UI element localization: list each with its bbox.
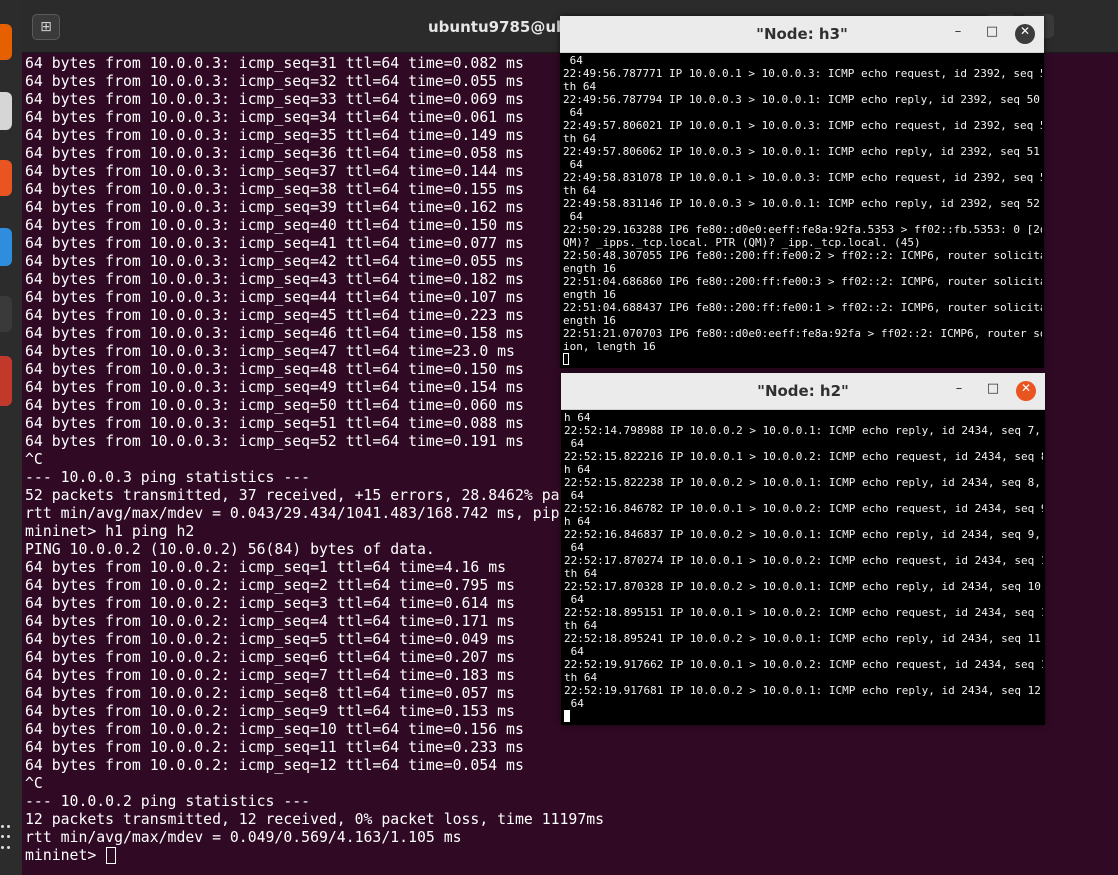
- terminal-line: 22:52:14.798988 IP 10.0.0.2 > 10.0.0.1: …: [564, 424, 1043, 437]
- node-h2-title: "Node: h2": [757, 382, 849, 400]
- node-h2-titlebar[interactable]: "Node: h2" – □ ✕: [561, 373, 1045, 410]
- close-icon[interactable]: ✕: [1016, 381, 1036, 401]
- node-h3-title: "Node: h3": [756, 25, 848, 43]
- terminal-line: 22:49:56.787794 IP 10.0.0.3 > 10.0.0.1: …: [563, 93, 1042, 106]
- terminal-line: ^C: [25, 775, 43, 792]
- dock: [0, 0, 22, 875]
- text-cursor-line: [563, 353, 1042, 366]
- terminal-line: 22:52:19.917681 IP 10.0.0.2 > 10.0.0.1: …: [564, 684, 1043, 697]
- terminal-line: 22:50:48.307055 IP6 fe80::200:ff:fe00:2 …: [563, 249, 1042, 262]
- terminal-line: h 64: [564, 411, 591, 424]
- terminal-line: 64: [563, 158, 583, 171]
- node-h3-window: "Node: h3" – □ ✕ 64 22:49:56.787771 IP 10…: [560, 16, 1044, 368]
- terminal-line: 22:52:18.895151 IP 10.0.0.1 > 10.0.0.2: …: [564, 606, 1043, 619]
- terminal-line: 64: [564, 437, 584, 450]
- node-h2-output[interactable]: h 64 22:52:14.798988 IP 10.0.0.2 > 10.0.0…: [564, 411, 1043, 723]
- terminal-line: 22:49:56.787771 IP 10.0.0.1 > 10.0.0.3: …: [563, 67, 1042, 80]
- terminal-line: 22:51:04.688437 IP6 fe80::200:ff:fe00:1 …: [563, 301, 1042, 314]
- show-apps-icon[interactable]: [0, 825, 11, 853]
- terminal-line: ion, length 16: [563, 340, 656, 353]
- command-prompt[interactable]: mininet>: [25, 847, 1115, 865]
- prompt-text: mininet>: [25, 847, 106, 864]
- terminal-line: 22:52:16.846782 IP 10.0.0.1 > 10.0.0.2: …: [564, 502, 1043, 515]
- help-icon[interactable]: [0, 228, 12, 266]
- terminal-line: 22:51:21.070703 IP6 fe80::d0e0:eeff:fe8a…: [563, 327, 1042, 340]
- terminal-line: 64 bytes from 10.0.0.2: icmp_seq=12 ttl=…: [25, 757, 524, 774]
- terminal-line: 64: [564, 593, 584, 606]
- terminal-line: h 64: [564, 463, 591, 476]
- node-h2-window: "Node: h2" – □ ✕ h 64 22:52:14.798988 IP …: [561, 373, 1045, 725]
- terminal-line: 12 packets transmitted, 12 received, 0% …: [25, 811, 605, 828]
- text-cursor: [563, 353, 569, 365]
- maximize-icon[interactable]: □: [983, 381, 1003, 401]
- terminal-line: 64: [564, 645, 584, 658]
- terminal-line: th 64: [563, 80, 597, 93]
- terminal-line: th 64: [564, 567, 598, 580]
- firefox-icon[interactable]: [0, 24, 12, 60]
- terminal-icon[interactable]: [0, 296, 12, 332]
- terminal-line: 22:49:57.806062 IP 10.0.0.3 > 10.0.0.1: …: [563, 145, 1042, 158]
- terminal-line: th 64: [563, 132, 597, 145]
- text-cursor: [564, 710, 570, 722]
- terminal-line: 64: [564, 489, 584, 502]
- terminal-line: 22:51:04.686860 IP6 fe80::200:ff:fe00:3 …: [563, 275, 1042, 288]
- terminal-line: th 64: [563, 184, 597, 197]
- terminal-line: 22:49:58.831146 IP 10.0.0.3 > 10.0.0.1: …: [563, 197, 1042, 210]
- terminal-line: th 64: [564, 671, 598, 684]
- terminal-line: 22:52:19.917662 IP 10.0.0.1 > 10.0.0.2: …: [564, 658, 1043, 671]
- terminal-line: 22:52:17.870274 IP 10.0.0.1 > 10.0.0.2: …: [564, 554, 1043, 567]
- node-h3-output[interactable]: 64 22:49:56.787771 IP 10.0.0.1 > 10.0.0.3…: [563, 54, 1042, 366]
- files-icon[interactable]: [0, 92, 12, 130]
- new-tab-button[interactable]: ⊞: [32, 14, 60, 40]
- terminal-line: 64 bytes from 10.0.0.2: icmp_seq=11 ttl=…: [25, 739, 524, 756]
- terminal-line: 22:50:29.163288 IP6 fe80::d0e0:eeff:fe8a…: [563, 223, 1042, 236]
- terminal-line: 64: [563, 54, 583, 67]
- terminal-line: th 64: [564, 619, 598, 632]
- node-h3-titlebar[interactable]: "Node: h3" – □ ✕: [560, 16, 1044, 53]
- terminal-line: 64: [564, 697, 584, 710]
- maximize-icon[interactable]: □: [982, 24, 1002, 44]
- terminal-line: QM)? _ipps._tcp.local. PTR (QM)? _ipp._t…: [563, 236, 921, 249]
- terminal-line: h 64: [564, 515, 591, 528]
- terminal-line: 64: [564, 541, 584, 554]
- terminal-line: 22:52:15.822216 IP 10.0.0.1 > 10.0.0.2: …: [564, 450, 1043, 463]
- terminal-line: 64: [563, 210, 583, 223]
- software-icon[interactable]: [0, 160, 12, 196]
- terminal-line: 22:52:15.822238 IP 10.0.0.2 > 10.0.0.1: …: [564, 476, 1043, 489]
- terminal-line: 22:52:17.870328 IP 10.0.0.2 > 10.0.0.1: …: [564, 580, 1043, 593]
- terminal-line: 22:49:58.831078 IP 10.0.0.1 > 10.0.0.3: …: [563, 171, 1042, 184]
- terminal-line: 22:52:16.846837 IP 10.0.0.2 > 10.0.0.1: …: [564, 528, 1043, 541]
- text-cursor-line: [564, 710, 1043, 723]
- minimize-icon[interactable]: –: [948, 24, 968, 44]
- minimize-icon[interactable]: –: [949, 381, 969, 401]
- terminal-line: ength 16: [563, 288, 616, 301]
- close-icon[interactable]: ✕: [1015, 24, 1035, 44]
- terminal-line: --- 10.0.0.2 ping statistics ---: [25, 793, 311, 810]
- terminal-line: ength 16: [563, 262, 616, 275]
- terminal-line: rtt min/avg/max/mdev = 0.049/0.569/4.163…: [25, 829, 462, 846]
- terminal-line: 22:49:57.806021 IP 10.0.0.1 > 10.0.0.3: …: [563, 119, 1042, 132]
- text-cursor: [106, 847, 117, 864]
- terminal-line: 22:52:18.895241 IP 10.0.0.2 > 10.0.0.1: …: [564, 632, 1043, 645]
- terminal-line: ength 16: [563, 314, 616, 327]
- wireshark-icon[interactable]: [0, 356, 12, 406]
- terminal-line: 64: [563, 106, 583, 119]
